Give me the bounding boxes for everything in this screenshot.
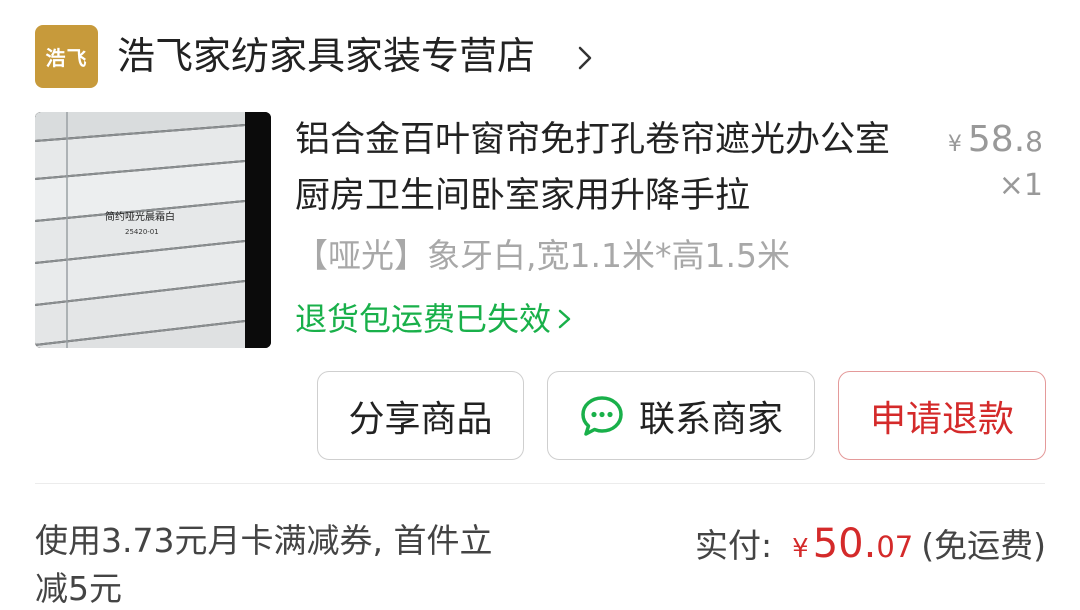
product-spec: 【哑光】象牙白,宽1.1米*高1.5米 [295,236,790,275]
return-note-label: 退货包运费已失效 [295,300,552,338]
request-refund-button[interactable]: 申请退款 [838,371,1046,460]
image-code: 25420-01 [125,228,159,236]
divider [35,483,1045,484]
return-shipping-note[interactable]: 退货包运费已失效 [295,296,575,342]
paid-label: 实付: [695,526,773,565]
store-logo[interactable]: 浩飞 [35,25,98,88]
coupon-description: 使用3.73元月卡满减券, 首件立减5元 [35,521,493,608]
store-header[interactable]: 浩飞 浩飞家纺家具家装专营店 [0,0,1080,110]
blinds-photo: 简约哑光晨霜白 25420-01 [35,112,271,348]
product-image[interactable]: 简约哑光晨霜白 25420-01 [35,112,271,348]
image-caption: 简约哑光晨霜白 [105,210,175,223]
price-currency: ¥ [947,132,962,157]
contact-label: 联系商家 [638,398,783,440]
product-quantity: ×1 [998,168,1043,203]
chat-bubble-icon [581,395,623,436]
price-integer: 58. [967,119,1026,160]
paid-integer: 50. [812,521,877,567]
product-title[interactable]: 铝合金百叶窗帘免打孔卷帘遮光办公室厨房卫生间卧室家用升降手拉 [295,112,915,224]
paid-decimal: 07 [876,530,914,564]
share-product-button[interactable]: 分享商品 [317,371,524,460]
store-name[interactable]: 浩飞家纺家具家装专营店 [117,30,535,82]
shipping-note: (免运费) [921,526,1046,565]
price-decimal: 8 [1025,125,1043,158]
chevron-right-icon [558,309,571,329]
share-label: 分享商品 [348,398,493,440]
contact-seller-button[interactable]: 联系商家 [547,371,815,460]
paid-amount: 实付: ¥ 50. 07 (免运费) [695,519,1046,567]
paid-currency: ¥ [792,534,809,564]
refund-label: 申请退款 [869,398,1014,440]
product-price: ¥58.8 [948,116,1043,169]
chevron-right-icon[interactable] [568,38,604,78]
